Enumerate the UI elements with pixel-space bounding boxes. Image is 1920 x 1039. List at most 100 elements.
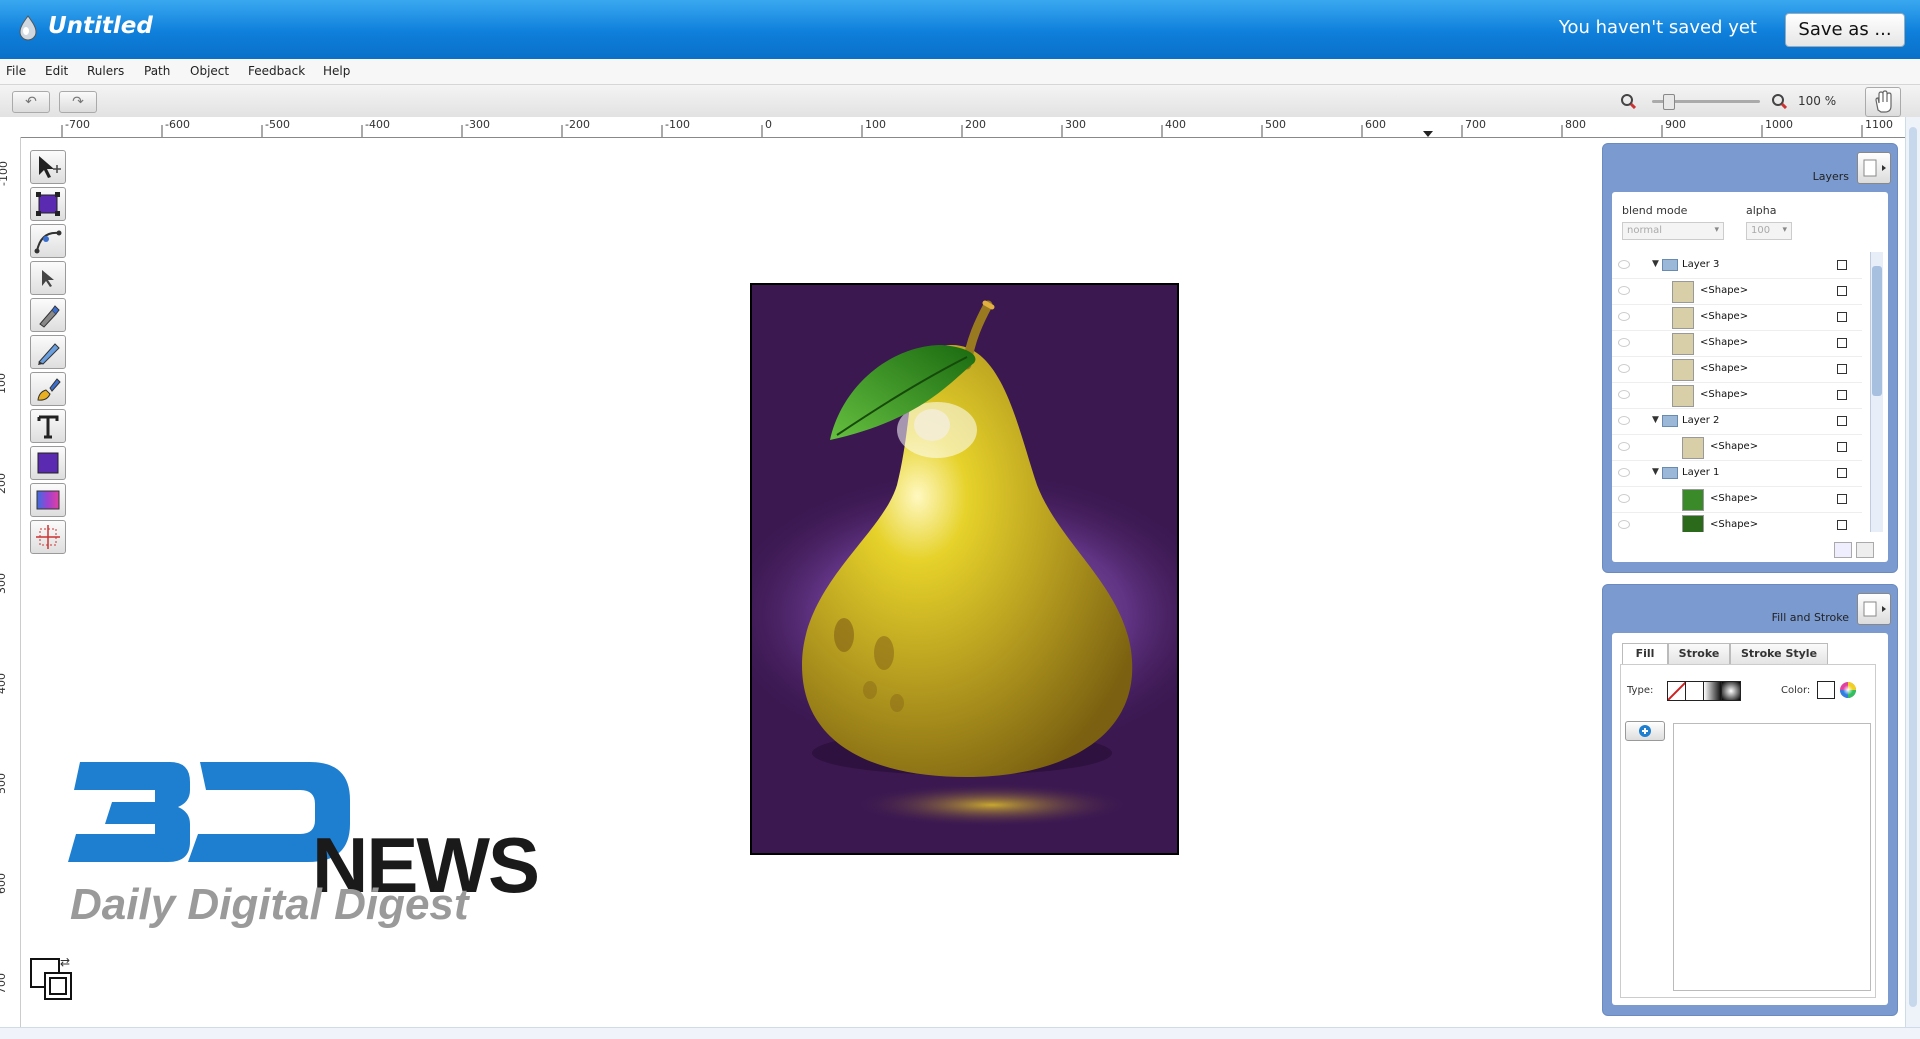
transform-tool-button[interactable]	[30, 520, 66, 554]
layer-lock-checkbox[interactable]	[1837, 338, 1847, 348]
blend-mode-value: normal	[1627, 225, 1663, 236]
layer-lock-checkbox[interactable]	[1837, 442, 1847, 452]
layer-lock-checkbox[interactable]	[1837, 494, 1847, 504]
alpha-label: alpha	[1746, 204, 1777, 217]
eye-icon[interactable]	[1618, 312, 1630, 321]
ruler-top-label: -700	[65, 118, 90, 131]
pen-tool-button[interactable]	[30, 298, 66, 332]
layer-lock-checkbox[interactable]	[1837, 520, 1847, 530]
layers-panel-body: blend mode normal ▾ alpha 100 ▾ ▼ Layer …	[1612, 192, 1888, 562]
layer-lock-checkbox[interactable]	[1837, 364, 1847, 374]
menu-rulers[interactable]: Rulers	[87, 64, 124, 78]
node-edit-tool-button[interactable]	[30, 187, 66, 221]
menu-help[interactable]: Help	[323, 64, 350, 78]
layer-row[interactable]: <Shape>	[1612, 512, 1862, 532]
menu-file[interactable]: File	[6, 64, 26, 78]
path-tool-button[interactable]	[30, 224, 66, 258]
layers-scrollbar[interactable]	[1870, 252, 1883, 532]
tab-stroke-style[interactable]: Stroke Style	[1730, 643, 1828, 664]
stroke-color-swatch[interactable]	[44, 972, 72, 1000]
expand-arrow-icon[interactable]: ▼	[1652, 259, 1659, 269]
hand-tool-button[interactable]	[1865, 87, 1901, 117]
save-as-button[interactable]: Save as ...	[1785, 13, 1905, 47]
pear-artwork	[752, 285, 1177, 853]
horizontal-ruler[interactable]: -700 -600 -500 -400 -300 -200 -100 0 100…	[0, 117, 1920, 138]
gradient-stops-list[interactable]	[1673, 723, 1871, 991]
alpha-select[interactable]: 100 ▾	[1746, 222, 1792, 240]
fill-type-solid-icon[interactable]	[1685, 681, 1705, 701]
layer-row[interactable]: ▼ Layer 3	[1612, 252, 1862, 279]
layer-lock-checkbox[interactable]	[1837, 260, 1847, 270]
document-title[interactable]: Untitled	[48, 13, 153, 39]
expand-arrow-icon[interactable]: ▼	[1652, 415, 1659, 425]
eye-icon[interactable]	[1618, 364, 1630, 373]
blend-mode-select[interactable]: normal ▾	[1622, 222, 1724, 240]
brush-tool-button[interactable]	[30, 372, 66, 406]
layer-lock-checkbox[interactable]	[1837, 416, 1847, 426]
eye-icon[interactable]	[1618, 286, 1630, 295]
hand-icon	[1875, 90, 1892, 113]
delete-layer-button[interactable]	[1856, 542, 1874, 558]
eye-icon[interactable]	[1618, 468, 1630, 477]
fill-type-radial-gradient-icon[interactable]	[1721, 681, 1741, 701]
layer-name: Layer 1	[1682, 467, 1720, 478]
toolbar: ↶ ↷ 100 %	[0, 85, 1920, 118]
layer-row[interactable]: <Shape>	[1612, 486, 1862, 513]
ruler-top-label: 900	[1665, 118, 1686, 131]
layer-lock-checkbox[interactable]	[1837, 390, 1847, 400]
eye-icon[interactable]	[1618, 494, 1630, 503]
redo-button[interactable]: ↷	[59, 91, 97, 113]
artboard-pear-illustration[interactable]	[750, 283, 1179, 855]
direct-select-tool-button[interactable]	[30, 261, 66, 295]
layer-row[interactable]: ▼ Layer 2	[1612, 408, 1862, 435]
layer-lock-checkbox[interactable]	[1837, 312, 1847, 322]
eye-icon[interactable]	[1618, 260, 1630, 269]
eye-icon[interactable]	[1618, 390, 1630, 399]
eye-icon[interactable]	[1618, 338, 1630, 347]
layers-scroll-thumb[interactable]	[1872, 266, 1882, 396]
color-wheel-icon[interactable]	[1839, 681, 1857, 699]
text-tool-button[interactable]	[30, 409, 66, 443]
layer-row[interactable]: <Shape>	[1612, 356, 1862, 383]
vertical-ruler[interactable]: -100 0 100 200 300 400 500 600 700	[0, 137, 21, 1027]
add-gradient-stop-button[interactable]	[1625, 721, 1665, 741]
vertical-scrollbar[interactable]	[1905, 117, 1920, 1027]
gradient-tool-button[interactable]	[30, 483, 66, 517]
menu-feedback[interactable]: Feedback	[248, 64, 305, 78]
eye-icon[interactable]	[1618, 442, 1630, 451]
layer-row[interactable]: <Shape>	[1612, 304, 1862, 331]
zoom-out-icon[interactable]	[1620, 93, 1636, 109]
zoom-in-icon[interactable]	[1771, 93, 1787, 109]
layer-lock-checkbox[interactable]	[1837, 468, 1847, 478]
layer-row[interactable]: <Shape>	[1612, 330, 1862, 357]
layer-row[interactable]: ▼ Layer 1	[1612, 460, 1862, 487]
pencil-tool-button[interactable]	[30, 335, 66, 369]
ruler-top-label: -400	[365, 118, 390, 131]
fill-type-none-icon[interactable]	[1667, 681, 1687, 701]
eye-icon[interactable]	[1618, 416, 1630, 425]
fill-stroke-panel-menu-button[interactable]	[1857, 593, 1891, 625]
layer-row[interactable]: <Shape>	[1612, 434, 1862, 461]
layer-row[interactable]: <Shape>	[1612, 278, 1862, 305]
vertical-scroll-thumb[interactable]	[1909, 127, 1917, 1007]
fill-color-preview[interactable]	[1817, 681, 1835, 699]
menu-object[interactable]: Object	[190, 64, 229, 78]
undo-button[interactable]: ↶	[12, 91, 50, 113]
layers-panel-menu-button[interactable]	[1857, 152, 1891, 184]
rectangle-tool-button[interactable]	[30, 446, 66, 480]
swap-colors-icon[interactable]: ⇄	[60, 955, 70, 969]
select-tool-button[interactable]	[30, 150, 66, 184]
tab-stroke[interactable]: Stroke	[1668, 643, 1730, 664]
eye-icon[interactable]	[1618, 520, 1630, 529]
tab-fill[interactable]: Fill	[1622, 643, 1668, 664]
new-layer-button[interactable]	[1834, 542, 1852, 558]
expand-arrow-icon[interactable]: ▼	[1652, 467, 1659, 477]
layer-name: <Shape>	[1700, 311, 1749, 322]
menu-path[interactable]: Path	[144, 64, 170, 78]
zoom-slider-thumb[interactable]	[1663, 94, 1675, 110]
layer-lock-checkbox[interactable]	[1837, 286, 1847, 296]
fill-type-linear-gradient-icon[interactable]	[1703, 681, 1723, 701]
horizontal-scrollbar[interactable]	[0, 1027, 1920, 1039]
layer-row[interactable]: <Shape>	[1612, 382, 1862, 409]
menu-edit[interactable]: Edit	[45, 64, 68, 78]
